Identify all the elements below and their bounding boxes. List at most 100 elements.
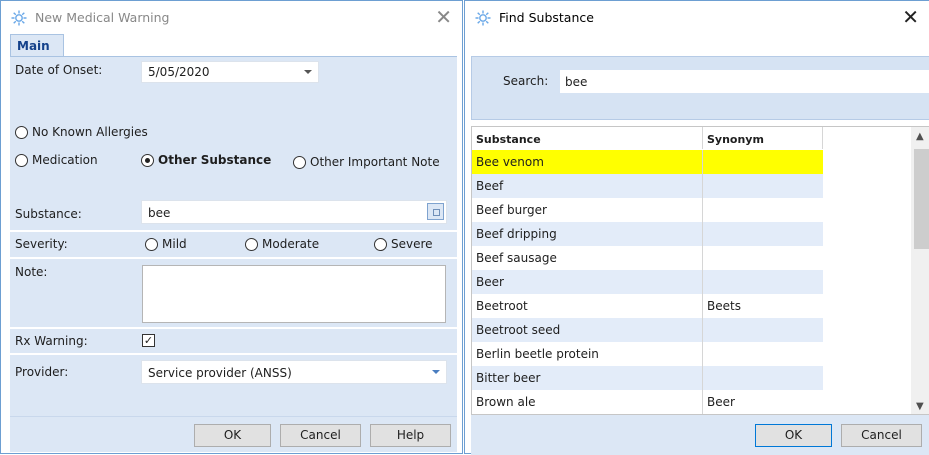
- severity-label: Severity:: [15, 237, 68, 251]
- new-medical-warning-dialog: New Medical Warning ✕ Main Date of Onset…: [0, 0, 463, 454]
- substance-cell: Bee venom: [476, 155, 544, 169]
- column-divider: [702, 222, 703, 246]
- table-row[interactable]: Beef burger: [472, 198, 823, 222]
- column-divider: [702, 294, 703, 318]
- tab-divider: [10, 56, 457, 57]
- cancel-button[interactable]: Cancel: [280, 424, 361, 447]
- chevron-down-icon: [432, 370, 440, 374]
- substance-cell: Beef burger: [476, 203, 547, 217]
- substance-table: Substance Synonym Bee venom Beef Beef burg…: [471, 126, 929, 415]
- substance-cell: Beef dripping: [476, 227, 557, 241]
- column-divider: [702, 246, 703, 270]
- search-value: bee: [565, 75, 588, 89]
- radio-label: Other Important Note: [310, 155, 440, 169]
- table-row[interactable]: Beef sausage: [472, 246, 823, 270]
- radio-circle: [245, 237, 258, 251]
- provider-dropdown[interactable]: Service provider (ANSS): [141, 360, 447, 384]
- table-row[interactable]: Brown ale Beer: [472, 390, 823, 414]
- table-row[interactable]: Beer: [472, 270, 823, 294]
- substance-cell: Beetroot seed: [476, 323, 561, 337]
- column-divider: [702, 198, 703, 222]
- date-of-onset-label: Date of Onset:: [15, 63, 103, 77]
- chevron-down-icon: [304, 70, 312, 74]
- radio-no-known-allergies[interactable]: No Known Allergies: [15, 125, 148, 139]
- radio-other-substance[interactable]: Other Substance: [141, 153, 271, 167]
- radio-severity-moderate[interactable]: Moderate: [245, 237, 319, 251]
- substance-field[interactable]: bee: [141, 200, 447, 224]
- divider: [10, 230, 457, 232]
- help-button[interactable]: Help: [370, 424, 451, 447]
- find-substance-dialog: Find Substance ✕ Search: bee Substance S…: [464, 0, 929, 455]
- column-header-synonym[interactable]: Synonym: [703, 127, 823, 149]
- date-of-onset-value: 5/05/2020: [148, 65, 210, 79]
- table-row[interactable]: Beef dripping: [472, 222, 823, 246]
- radio-label: Other Substance: [158, 153, 272, 167]
- dialog-title: New Medical Warning: [35, 10, 170, 25]
- synonym-cell: Beets: [707, 299, 741, 313]
- close-icon[interactable]: ✕: [902, 5, 919, 29]
- provider-label: Provider:: [15, 365, 69, 379]
- rx-warning-checkbox[interactable]: ✓: [142, 334, 155, 347]
- radio-label: Severe: [391, 237, 433, 251]
- table-row[interactable]: Bitter beer: [472, 366, 823, 390]
- search-panel: Search: bee: [471, 56, 929, 120]
- ok-button[interactable]: OK: [194, 424, 271, 447]
- vertical-scrollbar[interactable]: ▲ ▼: [911, 127, 929, 414]
- close-icon[interactable]: ✕: [435, 5, 452, 29]
- dialog-title: Find Substance: [499, 10, 594, 25]
- column-divider: [702, 270, 703, 294]
- provider-value: Service provider (ANSS): [148, 366, 292, 380]
- tab-main[interactable]: Main: [10, 34, 64, 57]
- substance-value: bee: [148, 206, 171, 220]
- substance-cell: Beer: [476, 275, 504, 289]
- table-row[interactable]: Beetroot Beets: [472, 294, 823, 318]
- rx-warning-label: Rx Warning:: [15, 334, 88, 348]
- column-divider: [702, 150, 703, 174]
- column-divider: [702, 366, 703, 390]
- table-row[interactable]: Berlin beetle protein: [472, 342, 823, 366]
- divider: [10, 327, 457, 329]
- radio-label: Medication: [32, 153, 98, 167]
- scroll-down-icon[interactable]: ▼: [916, 401, 924, 412]
- table-row[interactable]: Beef: [472, 174, 823, 198]
- substance-label: Substance:: [15, 207, 82, 221]
- radio-medication[interactable]: Medication: [15, 153, 98, 167]
- substance-cell: Beetroot: [476, 299, 528, 313]
- column-divider: [702, 318, 703, 342]
- cancel-button[interactable]: Cancel: [841, 424, 922, 447]
- substance-cell: Beef: [476, 179, 504, 193]
- radio-label: No Known Allergies: [32, 125, 148, 139]
- radio-circle: [15, 125, 28, 139]
- title-bar[interactable]: Find Substance ✕: [465, 1, 929, 34]
- radio-circle: [15, 153, 28, 167]
- lookup-icon[interactable]: [427, 203, 444, 220]
- substance-cell: Berlin beetle protein: [476, 347, 599, 361]
- substance-cell: Bitter beer: [476, 371, 541, 385]
- scroll-thumb[interactable]: [914, 149, 929, 249]
- column-header-substance[interactable]: Substance: [472, 127, 703, 149]
- title-bar[interactable]: New Medical Warning ✕: [1, 1, 462, 34]
- search-label: Search:: [503, 74, 549, 88]
- radio-other-important-note[interactable]: Other Important Note: [293, 155, 440, 169]
- gear-icon: [11, 10, 27, 26]
- gear-icon: [475, 10, 491, 26]
- column-divider: [702, 174, 703, 198]
- column-divider: [702, 390, 703, 414]
- radio-severity-severe[interactable]: Severe: [374, 237, 433, 251]
- scroll-up-icon[interactable]: ▲: [916, 131, 924, 142]
- substance-cell: Brown ale: [476, 395, 536, 409]
- radio-label: Moderate: [262, 237, 320, 251]
- note-textarea[interactable]: [142, 265, 446, 323]
- search-input[interactable]: bee: [560, 70, 929, 93]
- radio-circle: [145, 237, 158, 251]
- date-of-onset-picker[interactable]: 5/05/2020: [141, 61, 319, 83]
- radio-severity-mild[interactable]: Mild: [145, 237, 187, 251]
- radio-circle-selected: [141, 153, 154, 167]
- divider: [10, 353, 457, 355]
- radio-circle: [293, 155, 306, 169]
- column-divider: [702, 342, 703, 366]
- table-row[interactable]: Bee venom: [472, 150, 823, 174]
- substance-cell: Beef sausage: [476, 251, 557, 265]
- table-row[interactable]: Beetroot seed: [472, 318, 823, 342]
- ok-button[interactable]: OK: [755, 424, 832, 447]
